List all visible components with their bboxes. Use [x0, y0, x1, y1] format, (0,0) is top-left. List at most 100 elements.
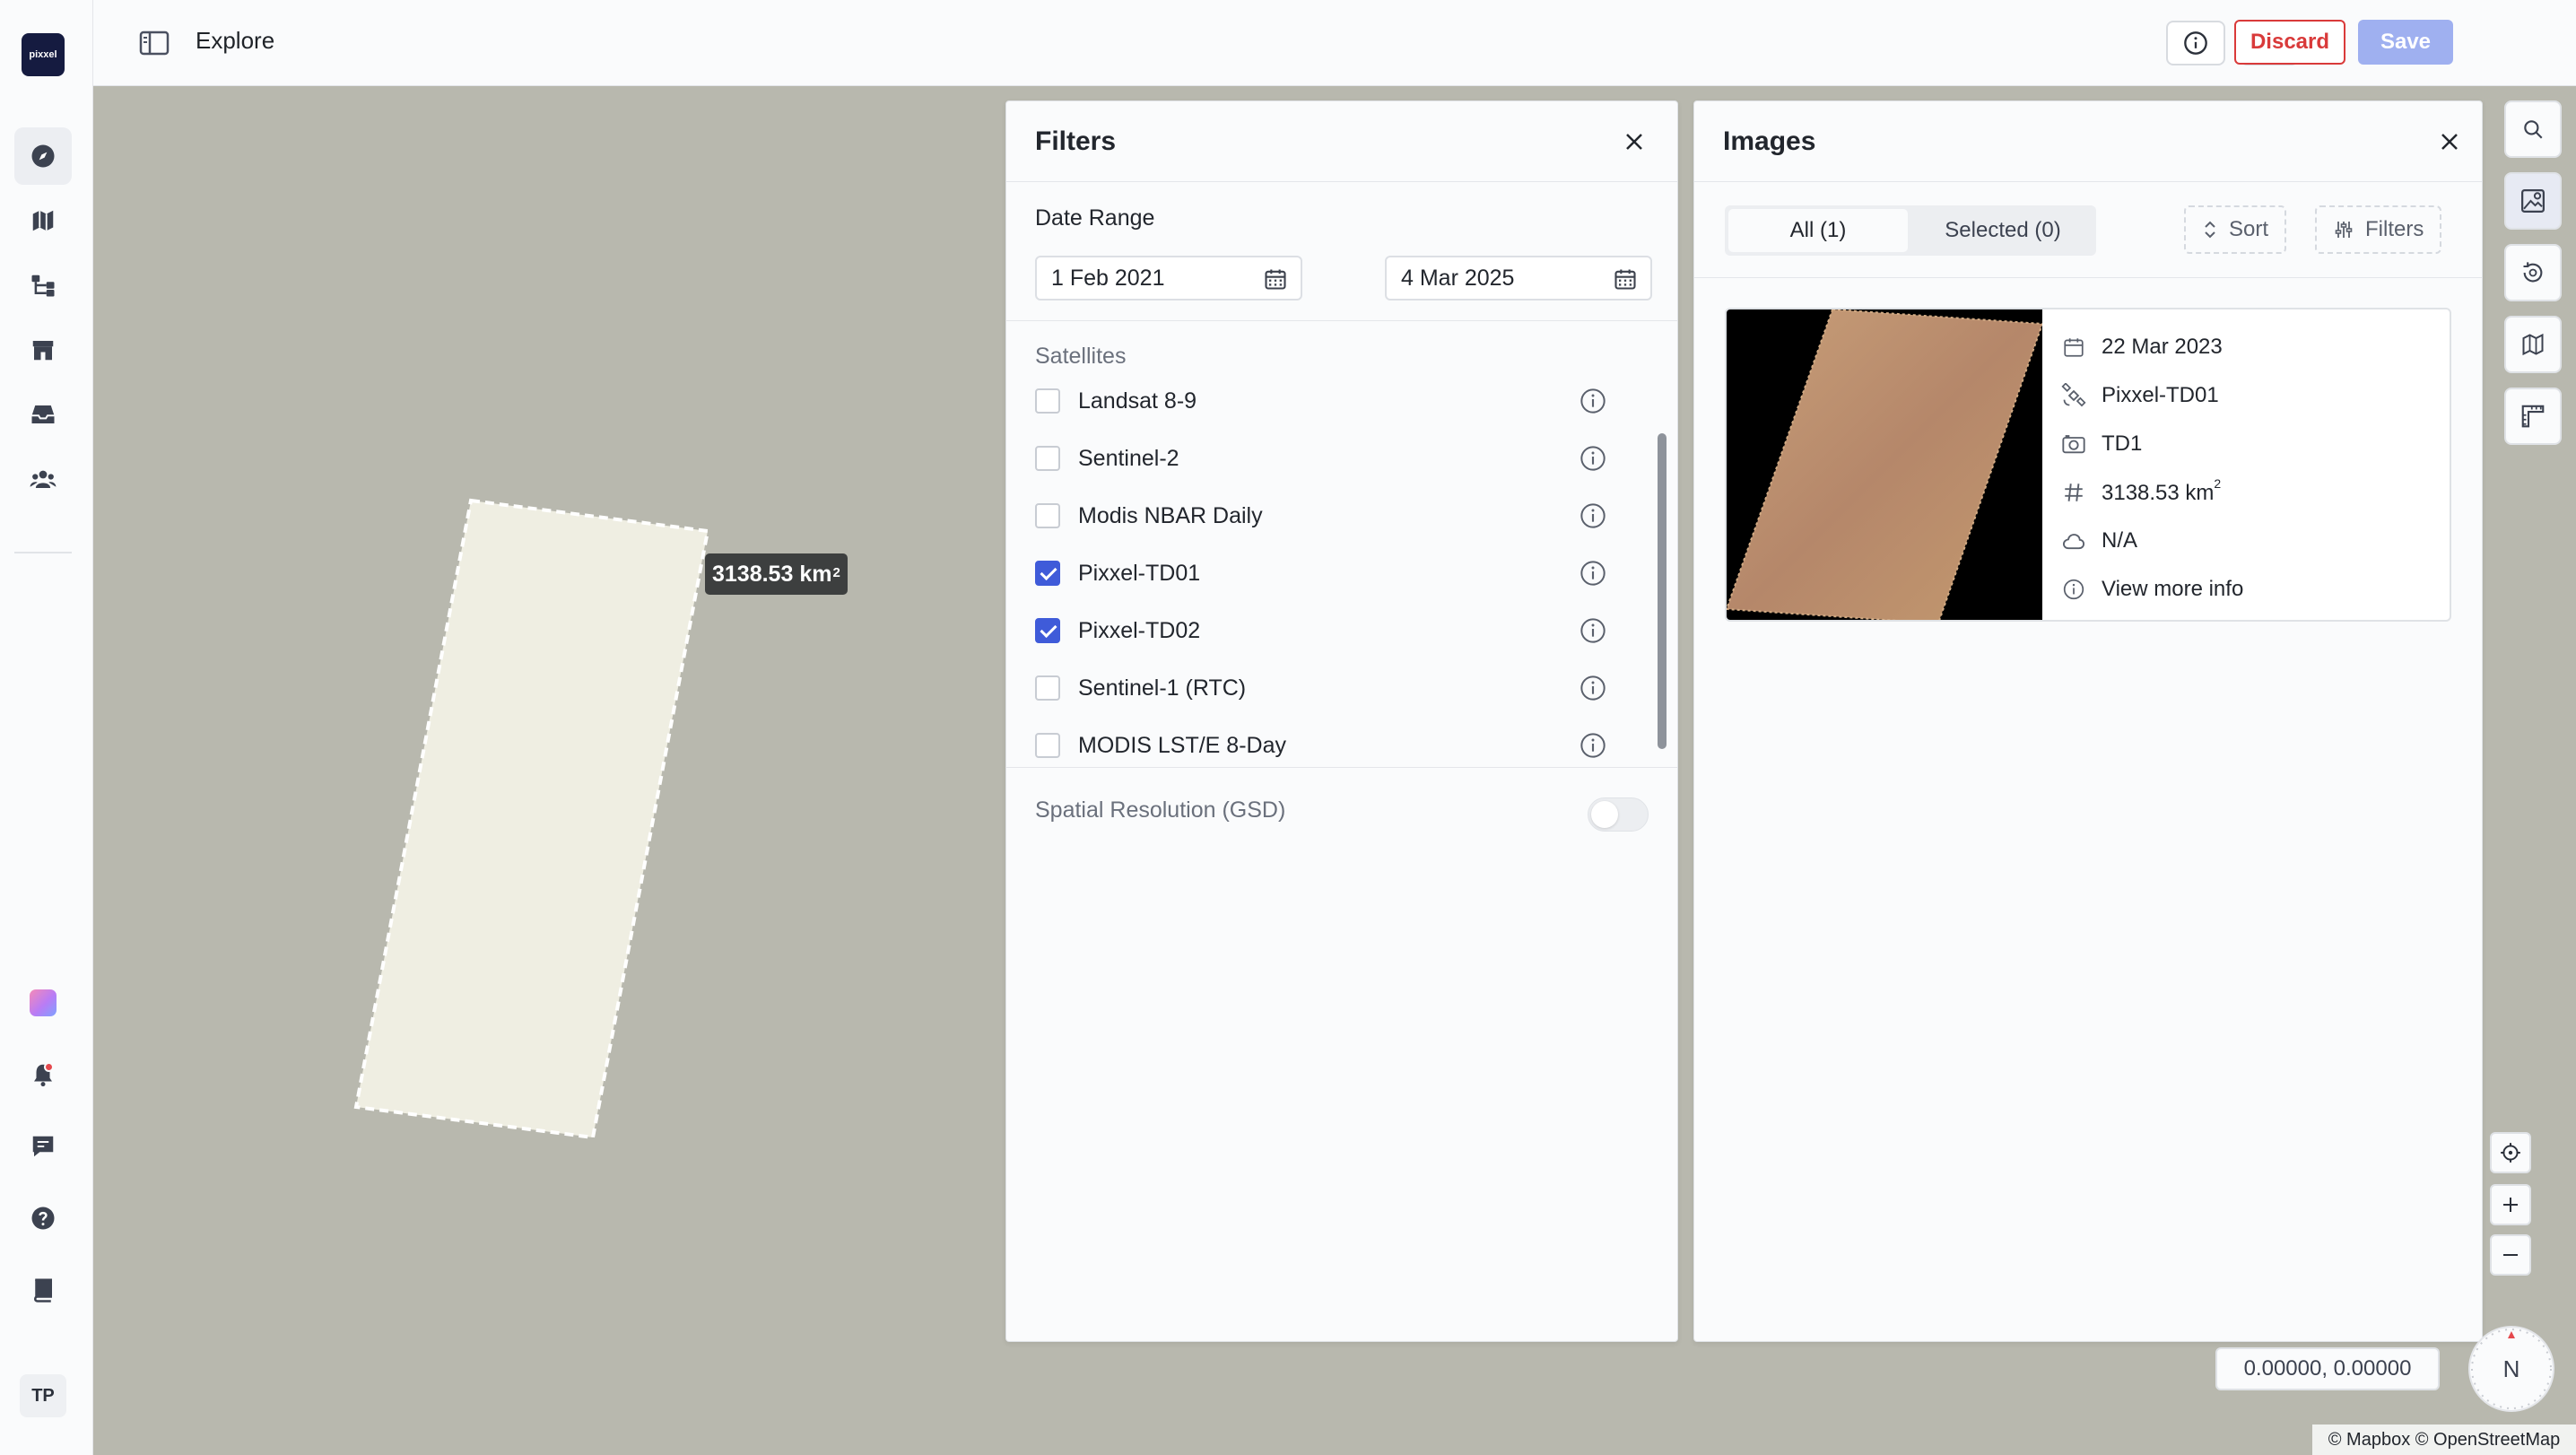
images-close-button[interactable] [2433, 126, 2466, 158]
zoom-out-button[interactable] [2490, 1234, 2531, 1276]
page-title: Explore [196, 27, 275, 54]
cloud-icon [2060, 527, 2087, 554]
search-tool-button[interactable] [2504, 100, 2562, 158]
sidebar-item-apps[interactable] [14, 974, 72, 1032]
satellite-option[interactable]: Pixxel-TD02 [1035, 613, 1609, 649]
sidebar-toggle-button[interactable] [135, 25, 174, 61]
image-area-value: 3138.53 km [2102, 480, 2215, 505]
satellite-checkbox[interactable] [1035, 561, 1060, 586]
storefront-icon [30, 336, 57, 363]
info-icon[interactable] [1579, 559, 1607, 588]
gsd-toggle[interactable] [1588, 797, 1649, 832]
save-button[interactable]: Save [2358, 20, 2453, 65]
satellite-option[interactable]: Pixxel-TD01 [1035, 555, 1609, 591]
satellite-checkbox[interactable] [1035, 446, 1060, 471]
filters-close-button[interactable] [1618, 126, 1650, 158]
team-icon [30, 466, 57, 492]
history-tool-button[interactable] [2504, 244, 2562, 301]
sidebar-item-help[interactable] [14, 1189, 72, 1247]
user-avatar[interactable]: TP [20, 1374, 66, 1417]
aoi-area-label: 3138.53 km 2 [705, 553, 848, 595]
satellite-option[interactable]: Landsat 8-9 [1035, 383, 1609, 419]
aoi-footprint[interactable] [93, 86, 990, 1252]
compass-button[interactable]: N [2468, 1326, 2554, 1412]
satellite-option[interactable]: Sentinel-2 [1035, 440, 1609, 476]
coordinates-readout: 0.00000, 0.00000 [2215, 1347, 2440, 1390]
discard-button[interactable]: Discard [2234, 20, 2345, 65]
info-button[interactable] [2166, 21, 2225, 65]
sidebar-item-workflows[interactable] [14, 257, 72, 314]
info-icon[interactable] [1579, 387, 1607, 415]
crosshair-icon [2499, 1141, 2522, 1164]
tab-all[interactable]: All (1) [1728, 209, 1908, 252]
sidebar-item-notifications[interactable] [14, 1046, 72, 1103]
info-icon [2060, 576, 2087, 603]
search-icon [2521, 118, 2545, 141]
image-result-card[interactable]: 22 Mar 2023 Pixxel-TD01 TD1 3138.53 km2 … [1725, 308, 2451, 622]
sidebar-item-docs[interactable] [14, 1261, 72, 1319]
sidebar-item-explore[interactable] [14, 127, 72, 185]
sidebar-item-maps[interactable] [14, 192, 72, 249]
filters-panel-header: Filters [1006, 101, 1677, 182]
images-panel-title: Images [1723, 126, 1816, 156]
calendar-icon[interactable] [1613, 266, 1638, 292]
sidebar-item-inbox[interactable] [14, 386, 72, 443]
info-icon[interactable] [1579, 444, 1607, 473]
sidebar-toggle-icon [139, 30, 170, 57]
filters-panel: Filters Date Range 1 Feb 2021 4 Mar 2025… [1005, 100, 1678, 1342]
inbox-icon [30, 401, 57, 428]
satellite-list-scrollbar[interactable] [1658, 433, 1667, 749]
satellite-name: Sentinel-1 (RTC) [1078, 675, 1247, 701]
image-date: 22 Mar 2023 [2102, 335, 2223, 359]
satellite-option[interactable]: Modis NBAR Daily [1035, 498, 1609, 534]
image-date-row: 22 Mar 2023 [2060, 329, 2223, 365]
satellite-checkbox[interactable] [1035, 618, 1060, 643]
locate-button[interactable] [2490, 1132, 2531, 1173]
satellite-option[interactable]: Sentinel-1 (RTC) [1035, 670, 1609, 706]
image-thumbnail[interactable] [1727, 309, 2042, 620]
calendar-icon [2060, 334, 2087, 361]
basemap-tool-button[interactable] [2504, 316, 2562, 373]
satellite-checkbox[interactable] [1035, 675, 1060, 701]
image-cloud-row: N/A [2060, 523, 2137, 559]
notification-dot [44, 1062, 54, 1072]
image-filters-button[interactable]: Filters [2315, 205, 2442, 254]
image-sensor: TD1 [2102, 431, 2143, 456]
start-date-value: 1 Feb 2021 [1051, 265, 1165, 291]
sort-button[interactable]: Sort [2184, 205, 2287, 254]
tab-selected[interactable]: Selected (0) [1913, 209, 2093, 252]
satellite-checkbox[interactable] [1035, 503, 1060, 528]
satellite-option[interactable]: MODIS LST/E 8-Day [1035, 728, 1609, 763]
sidebar-item-feedback[interactable] [14, 1118, 72, 1175]
satellite-checkbox[interactable] [1035, 733, 1060, 758]
pixxel-logo[interactable]: pixxel [22, 33, 65, 76]
start-date-input[interactable]: 1 Feb 2021 [1035, 256, 1302, 301]
zoom-in-button[interactable] [2490, 1184, 2531, 1225]
satellite-list[interactable]: Satellites Landsat 8-9 Sentinel-2 Modis … [1006, 333, 1677, 767]
filters-label: Filters [2365, 217, 2424, 241]
compass-ring [2471, 1329, 2552, 1409]
sort-icon [2202, 219, 2218, 240]
minus-icon [2500, 1244, 2521, 1266]
filters-panel-title: Filters [1035, 126, 1117, 156]
info-icon[interactable] [1579, 731, 1607, 760]
images-tool-button[interactable] [2504, 172, 2562, 230]
sidebar-item-marketplace[interactable] [14, 321, 72, 379]
map-attribution[interactable]: © Mapbox © OpenStreetMap [2312, 1425, 2576, 1455]
divider [1006, 320, 1677, 321]
satellite-checkbox[interactable] [1035, 388, 1060, 414]
info-icon [2183, 30, 2208, 56]
sidebar-item-team[interactable] [14, 450, 72, 508]
calendar-icon[interactable] [1263, 266, 1288, 292]
info-icon[interactable] [1579, 616, 1607, 645]
view-more-info-label: View more info [2102, 577, 2244, 601]
view-more-info-link[interactable]: View more info [2060, 571, 2243, 607]
end-date-input[interactable]: 4 Mar 2025 [1385, 256, 1652, 301]
logo-text: pixxel [29, 49, 57, 60]
info-icon[interactable] [1579, 501, 1607, 530]
image-search-icon [2519, 187, 2546, 214]
info-icon[interactable] [1579, 674, 1607, 702]
satellite-name: MODIS LST/E 8-Day [1078, 733, 1286, 758]
measure-tool-button[interactable] [2504, 388, 2562, 445]
satellite-name: Pixxel-TD02 [1078, 618, 1201, 643]
